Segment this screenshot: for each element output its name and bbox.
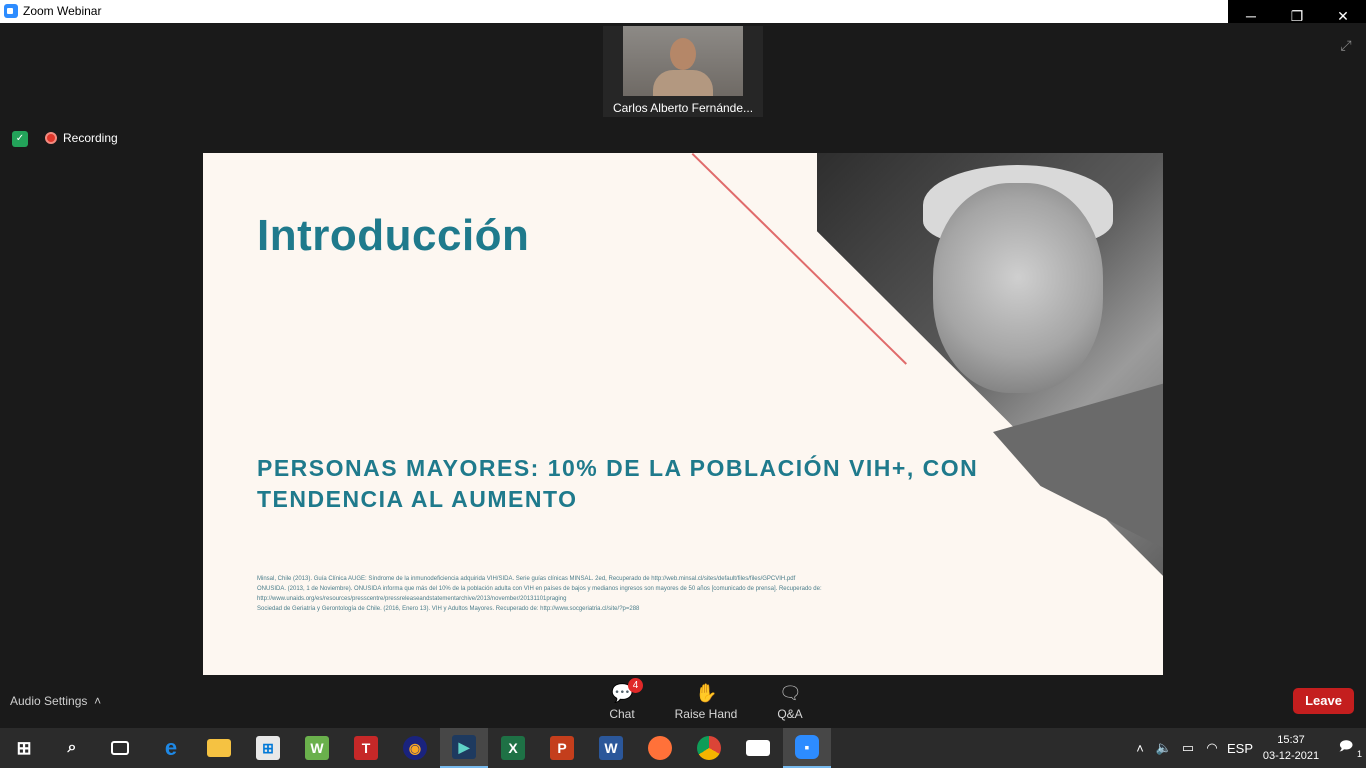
slide-subtitle-line: TENDENCIA AL AUMENTO	[257, 486, 578, 512]
volume-icon[interactable]: 🔈	[1152, 740, 1176, 756]
t-app-icon: T	[354, 736, 378, 760]
browser-app[interactable]: ◉	[391, 728, 439, 768]
window-title: Zoom Webinar	[23, 4, 102, 18]
participant-head	[670, 38, 696, 70]
battery-icon[interactable]: ▭	[1176, 740, 1200, 756]
reference-line: http://www.unaids.org/es/resources/press…	[257, 596, 567, 602]
edge-app[interactable]: e	[147, 728, 195, 768]
windows-taskbar: ⊞ ⌕ e ⊞ W T ◉ ▶ X P W ▪ ˄ 🔈 ▭ ◠ ESP 15:3…	[0, 728, 1366, 768]
clock[interactable]: 15:37 03-12-2021	[1256, 732, 1326, 764]
clock-date: 03-12-2021	[1262, 750, 1320, 762]
hand-icon: ✋	[695, 683, 718, 703]
search-button[interactable]: ⌕	[48, 728, 96, 768]
chat-button[interactable]: 💬 4 Chat	[580, 675, 664, 725]
recording-indicator[interactable]: Recording	[45, 131, 118, 145]
folder-icon	[207, 739, 231, 757]
language-indicator[interactable]: ESP	[1224, 741, 1256, 756]
file-explorer-app[interactable]	[195, 728, 243, 768]
word-icon: W	[599, 736, 623, 760]
filmora-icon: ▶	[452, 735, 476, 759]
participant-body	[653, 70, 713, 96]
meeting-area: Carlos Alberto Fernánde... ⤢ ✓ Recording…	[0, 23, 1366, 728]
task-view-button[interactable]	[96, 728, 144, 768]
store-icon: ⊞	[256, 736, 280, 760]
filmora-app[interactable]: ▶	[440, 728, 488, 768]
slide-subtitle-line: PERSONAS MAYORES: 10% DE LA POBLACIÓN VI…	[257, 455, 979, 481]
excel-icon: X	[501, 736, 525, 760]
mail-app[interactable]	[734, 728, 782, 768]
store-app[interactable]: ⊞	[244, 728, 292, 768]
chat-badge: 4	[628, 678, 643, 693]
word-app[interactable]: W	[587, 728, 635, 768]
participant-video[interactable]: Carlos Alberto Fernánde...	[603, 26, 763, 117]
notification-count: 1	[1356, 749, 1362, 759]
zoom-icon: ▪	[795, 735, 819, 759]
clock-time: 15:37	[1277, 734, 1305, 746]
reference-line: Minsal, Chile (2013). Guía Clínica AUGE:…	[257, 576, 796, 582]
firefox-icon	[648, 736, 672, 760]
firefox-app[interactable]	[636, 728, 684, 768]
fullscreen-icon[interactable]: ⤢	[1338, 37, 1354, 53]
system-tray: ˄ 🔈 ▭ ◠ ESP 15:37 03-12-2021 🗩 1	[1128, 728, 1366, 768]
audio-settings-label: Audio Settings	[10, 694, 88, 708]
powerpoint-app[interactable]: P	[538, 728, 586, 768]
slide-subtitle: PERSONAS MAYORES: 10% DE LA POBLACIÓN VI…	[257, 453, 1017, 515]
search-icon: ⌕	[67, 739, 77, 756]
wps-icon: W	[305, 736, 329, 760]
participant-name: Carlos Alberto Fernánde...	[612, 101, 754, 115]
qa-icon: 🗨	[779, 683, 802, 703]
video-feed	[623, 26, 743, 96]
shared-slide: Introducción PERSONAS MAYORES: 10% DE LA…	[203, 153, 1163, 675]
chrome-app[interactable]	[685, 728, 733, 768]
qa-button[interactable]: 🗨 Q&A	[748, 675, 832, 725]
encryption-shield-icon[interactable]: ✓	[12, 131, 28, 147]
recording-dot-icon	[45, 132, 57, 144]
leave-button[interactable]: Leave	[1293, 688, 1354, 714]
powerpoint-icon: P	[550, 736, 574, 760]
t-app[interactable]: T	[342, 728, 390, 768]
zoom-app[interactable]: ▪	[783, 728, 831, 768]
slide-references: Minsal, Chile (2013). Guía Clínica AUGE:…	[257, 574, 957, 614]
globe-icon: ◉	[403, 736, 427, 760]
qa-label: Q&A	[777, 707, 803, 721]
title-bar: Zoom Webinar	[0, 0, 1366, 23]
chrome-icon	[697, 736, 721, 760]
raise-hand-button[interactable]: ✋ Raise Hand	[664, 675, 748, 725]
zoom-app-icon	[4, 4, 18, 18]
task-view-icon	[111, 741, 129, 755]
chat-label: Chat	[609, 707, 635, 721]
wps-app[interactable]: W	[293, 728, 341, 768]
audio-settings-button[interactable]: Audio Settings ˄	[10, 694, 101, 708]
recording-label: Recording	[63, 131, 118, 145]
meeting-toolbar: 💬 4 Chat ✋ Raise Hand 🗨 Q&A	[580, 675, 832, 725]
photo-face	[933, 183, 1103, 393]
notifications-button[interactable]: 🗩 1	[1326, 737, 1366, 759]
chevron-up-icon: ˄	[90, 694, 102, 708]
reference-line: Sociedad de Geriatría y Gerontología de …	[257, 606, 640, 612]
chevron-up-icon[interactable]: ˄	[1128, 741, 1152, 756]
notification-icon: 🗩	[1338, 738, 1354, 753]
mail-icon	[746, 740, 770, 756]
excel-app[interactable]: X	[489, 728, 537, 768]
slide-title: Introducción	[257, 211, 530, 260]
raise-hand-label: Raise Hand	[674, 707, 738, 721]
wifi-icon[interactable]: ◠	[1200, 740, 1224, 756]
reference-line: ONUSIDA. (2013, 1 de Noviembre). ONUSIDA…	[257, 586, 822, 592]
windows-icon: ⊞	[16, 738, 32, 758]
edge-icon: e	[164, 735, 178, 760]
start-button[interactable]: ⊞	[0, 728, 48, 768]
